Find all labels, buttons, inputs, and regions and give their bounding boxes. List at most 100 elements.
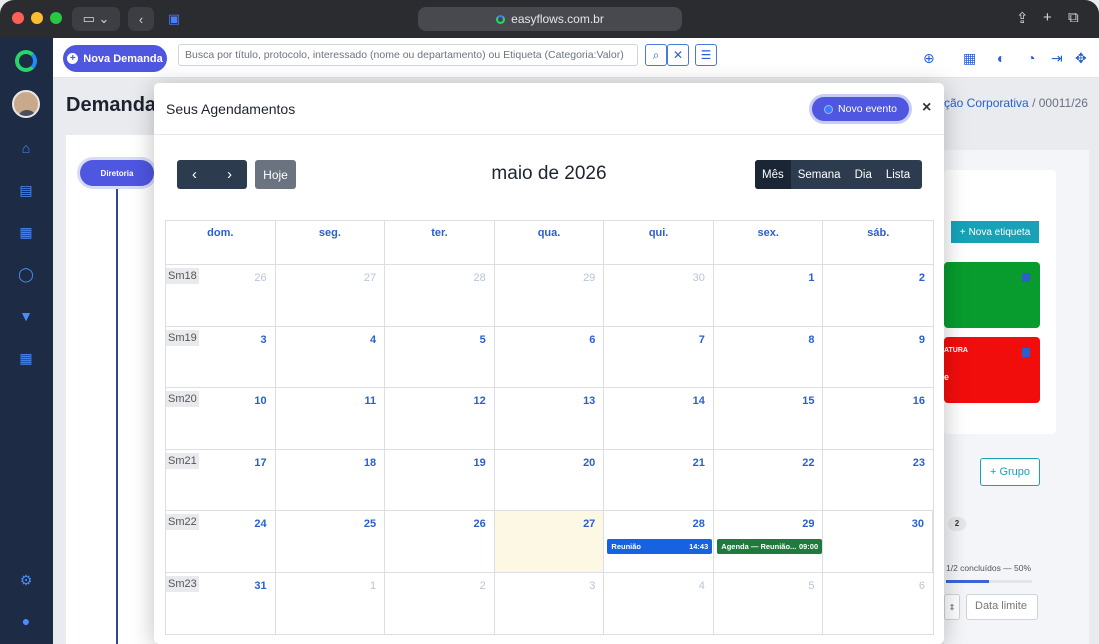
day-number[interactable]: 2 (480, 580, 486, 592)
address-bar[interactable]: easyflows.com.br (418, 7, 682, 31)
week-number[interactable]: Sm22 (166, 514, 199, 530)
day-cell[interactable]: 27 (494, 511, 605, 572)
tab-group-icon[interactable]: ▣ (162, 7, 186, 31)
app-logo[interactable] (15, 50, 37, 72)
day-cell[interactable]: 2 (385, 572, 495, 634)
search-input[interactable]: Busca por título, protocolo, interessado… (178, 44, 638, 66)
day-number[interactable]: 11 (365, 395, 377, 407)
day-cell[interactable]: 14 (604, 388, 714, 449)
day-number[interactable]: 6 (919, 580, 925, 592)
zoom-icon[interactable]: ⊕ (923, 50, 935, 67)
day-number[interactable]: 10 (254, 395, 266, 407)
filter-icon[interactable]: ▼ (17, 308, 35, 324)
day-number[interactable]: 3 (589, 580, 595, 592)
day-cell[interactable]: 6 (495, 326, 605, 387)
speed-icon[interactable]: ◔ (1027, 50, 1035, 66)
day-cell[interactable]: 28 (385, 265, 495, 326)
day-number[interactable]: 12 (473, 395, 485, 407)
day-cell[interactable]: Sm22 24 (166, 511, 276, 572)
view-button-3[interactable]: Lista (879, 160, 917, 189)
board-icon[interactable]: ▤ (17, 182, 35, 198)
day-cell[interactable]: Sm20 10 (166, 388, 276, 449)
new-event-button[interactable]: Novo evento (812, 97, 909, 121)
breadcrumb-link[interactable]: ção Corporativa (944, 96, 1029, 110)
week-number[interactable]: Sm18 (166, 268, 199, 284)
search-button[interactable]: ⌕ (645, 44, 667, 66)
day-cell[interactable]: 13 (495, 388, 605, 449)
fullscreen-icon[interactable]: ✥ (1075, 50, 1087, 67)
day-number[interactable]: 14 (693, 395, 705, 407)
user-icon[interactable]: ● (17, 613, 35, 629)
day-number[interactable]: 26 (254, 272, 266, 284)
day-number[interactable]: 5 (808, 580, 814, 592)
day-number[interactable]: 27 (583, 518, 595, 530)
day-cell[interactable]: 2 (823, 265, 933, 326)
day-cell[interactable]: 18 (276, 449, 386, 510)
calendar-event[interactable]: Reunião 14:43 (607, 539, 713, 554)
day-cell[interactable]: 12 (385, 388, 495, 449)
trash-icon[interactable] (1022, 348, 1030, 357)
day-number[interactable]: 22 (802, 457, 814, 469)
maximize-window-button[interactable] (50, 12, 62, 24)
view-button-0[interactable]: Mês (755, 160, 791, 189)
day-cell[interactable]: 22 (714, 449, 824, 510)
day-cell[interactable]: 8 (714, 326, 824, 387)
new-demand-button[interactable]: + Nova Demanda (63, 45, 167, 72)
day-number[interactable]: 6 (589, 334, 595, 346)
week-number[interactable]: Sm23 (166, 575, 199, 592)
tag-card-green[interactable] (944, 262, 1040, 328)
calendar-icon[interactable]: ▦ (17, 224, 35, 240)
day-cell[interactable]: 16 (823, 388, 933, 449)
day-cell[interactable]: 9 (823, 327, 933, 388)
tabs-overview-icon[interactable]: ⧉ (1068, 9, 1079, 26)
day-number[interactable]: 4 (699, 580, 705, 592)
day-cell[interactable]: 5 (714, 572, 824, 634)
day-number[interactable]: 28 (693, 518, 705, 530)
week-number[interactable]: Sm20 (166, 391, 199, 407)
day-number[interactable]: 30 (912, 518, 924, 530)
day-number[interactable]: 30 (693, 272, 705, 284)
new-tab-icon[interactable]: + (1043, 9, 1052, 26)
day-cell[interactable]: 25 (276, 511, 386, 572)
new-tag-button[interactable]: + Nova etiqueta (951, 221, 1039, 243)
day-number[interactable]: 29 (802, 518, 814, 530)
week-number[interactable]: Sm21 (166, 452, 199, 469)
day-cell[interactable]: 19 (385, 449, 495, 510)
trash-icon[interactable] (1022, 273, 1030, 282)
day-number[interactable]: 31 (254, 580, 266, 592)
day-number[interactable]: 2 (919, 272, 925, 284)
day-cell[interactable]: 29 (495, 265, 605, 326)
day-number[interactable]: 29 (583, 272, 595, 284)
add-group-button[interactable]: + Grupo (980, 458, 1040, 486)
day-cell[interactable]: 4 (604, 572, 714, 634)
day-number[interactable]: 25 (364, 518, 376, 530)
day-number[interactable]: 18 (364, 457, 376, 469)
day-cell[interactable]: Sm23 31 (166, 572, 276, 634)
clear-search-button[interactable]: ✕ (667, 44, 689, 66)
advanced-filter-button[interactable]: ☰ (695, 44, 717, 66)
day-number[interactable]: 4 (370, 334, 376, 346)
day-number[interactable]: 8 (808, 334, 814, 346)
day-cell[interactable]: 1 (276, 572, 386, 634)
due-date-input[interactable]: Data limite (966, 594, 1038, 620)
day-cell[interactable]: 23 (823, 450, 933, 511)
day-number[interactable]: 17 (254, 457, 266, 469)
day-cell[interactable]: 11 (276, 388, 386, 449)
day-cell[interactable]: Sm18 26 (166, 265, 276, 326)
day-cell[interactable]: 7 (604, 326, 714, 387)
day-number[interactable]: 20 (583, 457, 595, 469)
calendar-event[interactable]: Agenda — Reunião... 09:00 (717, 539, 823, 554)
tree-node-diretoria[interactable]: Diretoria (80, 160, 154, 186)
day-cell[interactable]: 30 (604, 265, 714, 326)
day-number[interactable]: 16 (913, 395, 925, 407)
day-cell[interactable]: 26 (385, 511, 495, 572)
day-number[interactable]: 5 (480, 334, 486, 346)
minimize-window-button[interactable] (31, 12, 43, 24)
notifications-icon[interactable]: ◐ (997, 50, 1005, 66)
day-cell[interactable]: 1 (714, 265, 824, 326)
day-number[interactable]: 13 (583, 395, 595, 407)
day-number[interactable]: 28 (473, 272, 485, 284)
view-button-1[interactable]: Semana (791, 160, 848, 189)
day-number[interactable]: 3 (260, 334, 266, 346)
spinner-control[interactable]: ⇕ (944, 594, 960, 620)
